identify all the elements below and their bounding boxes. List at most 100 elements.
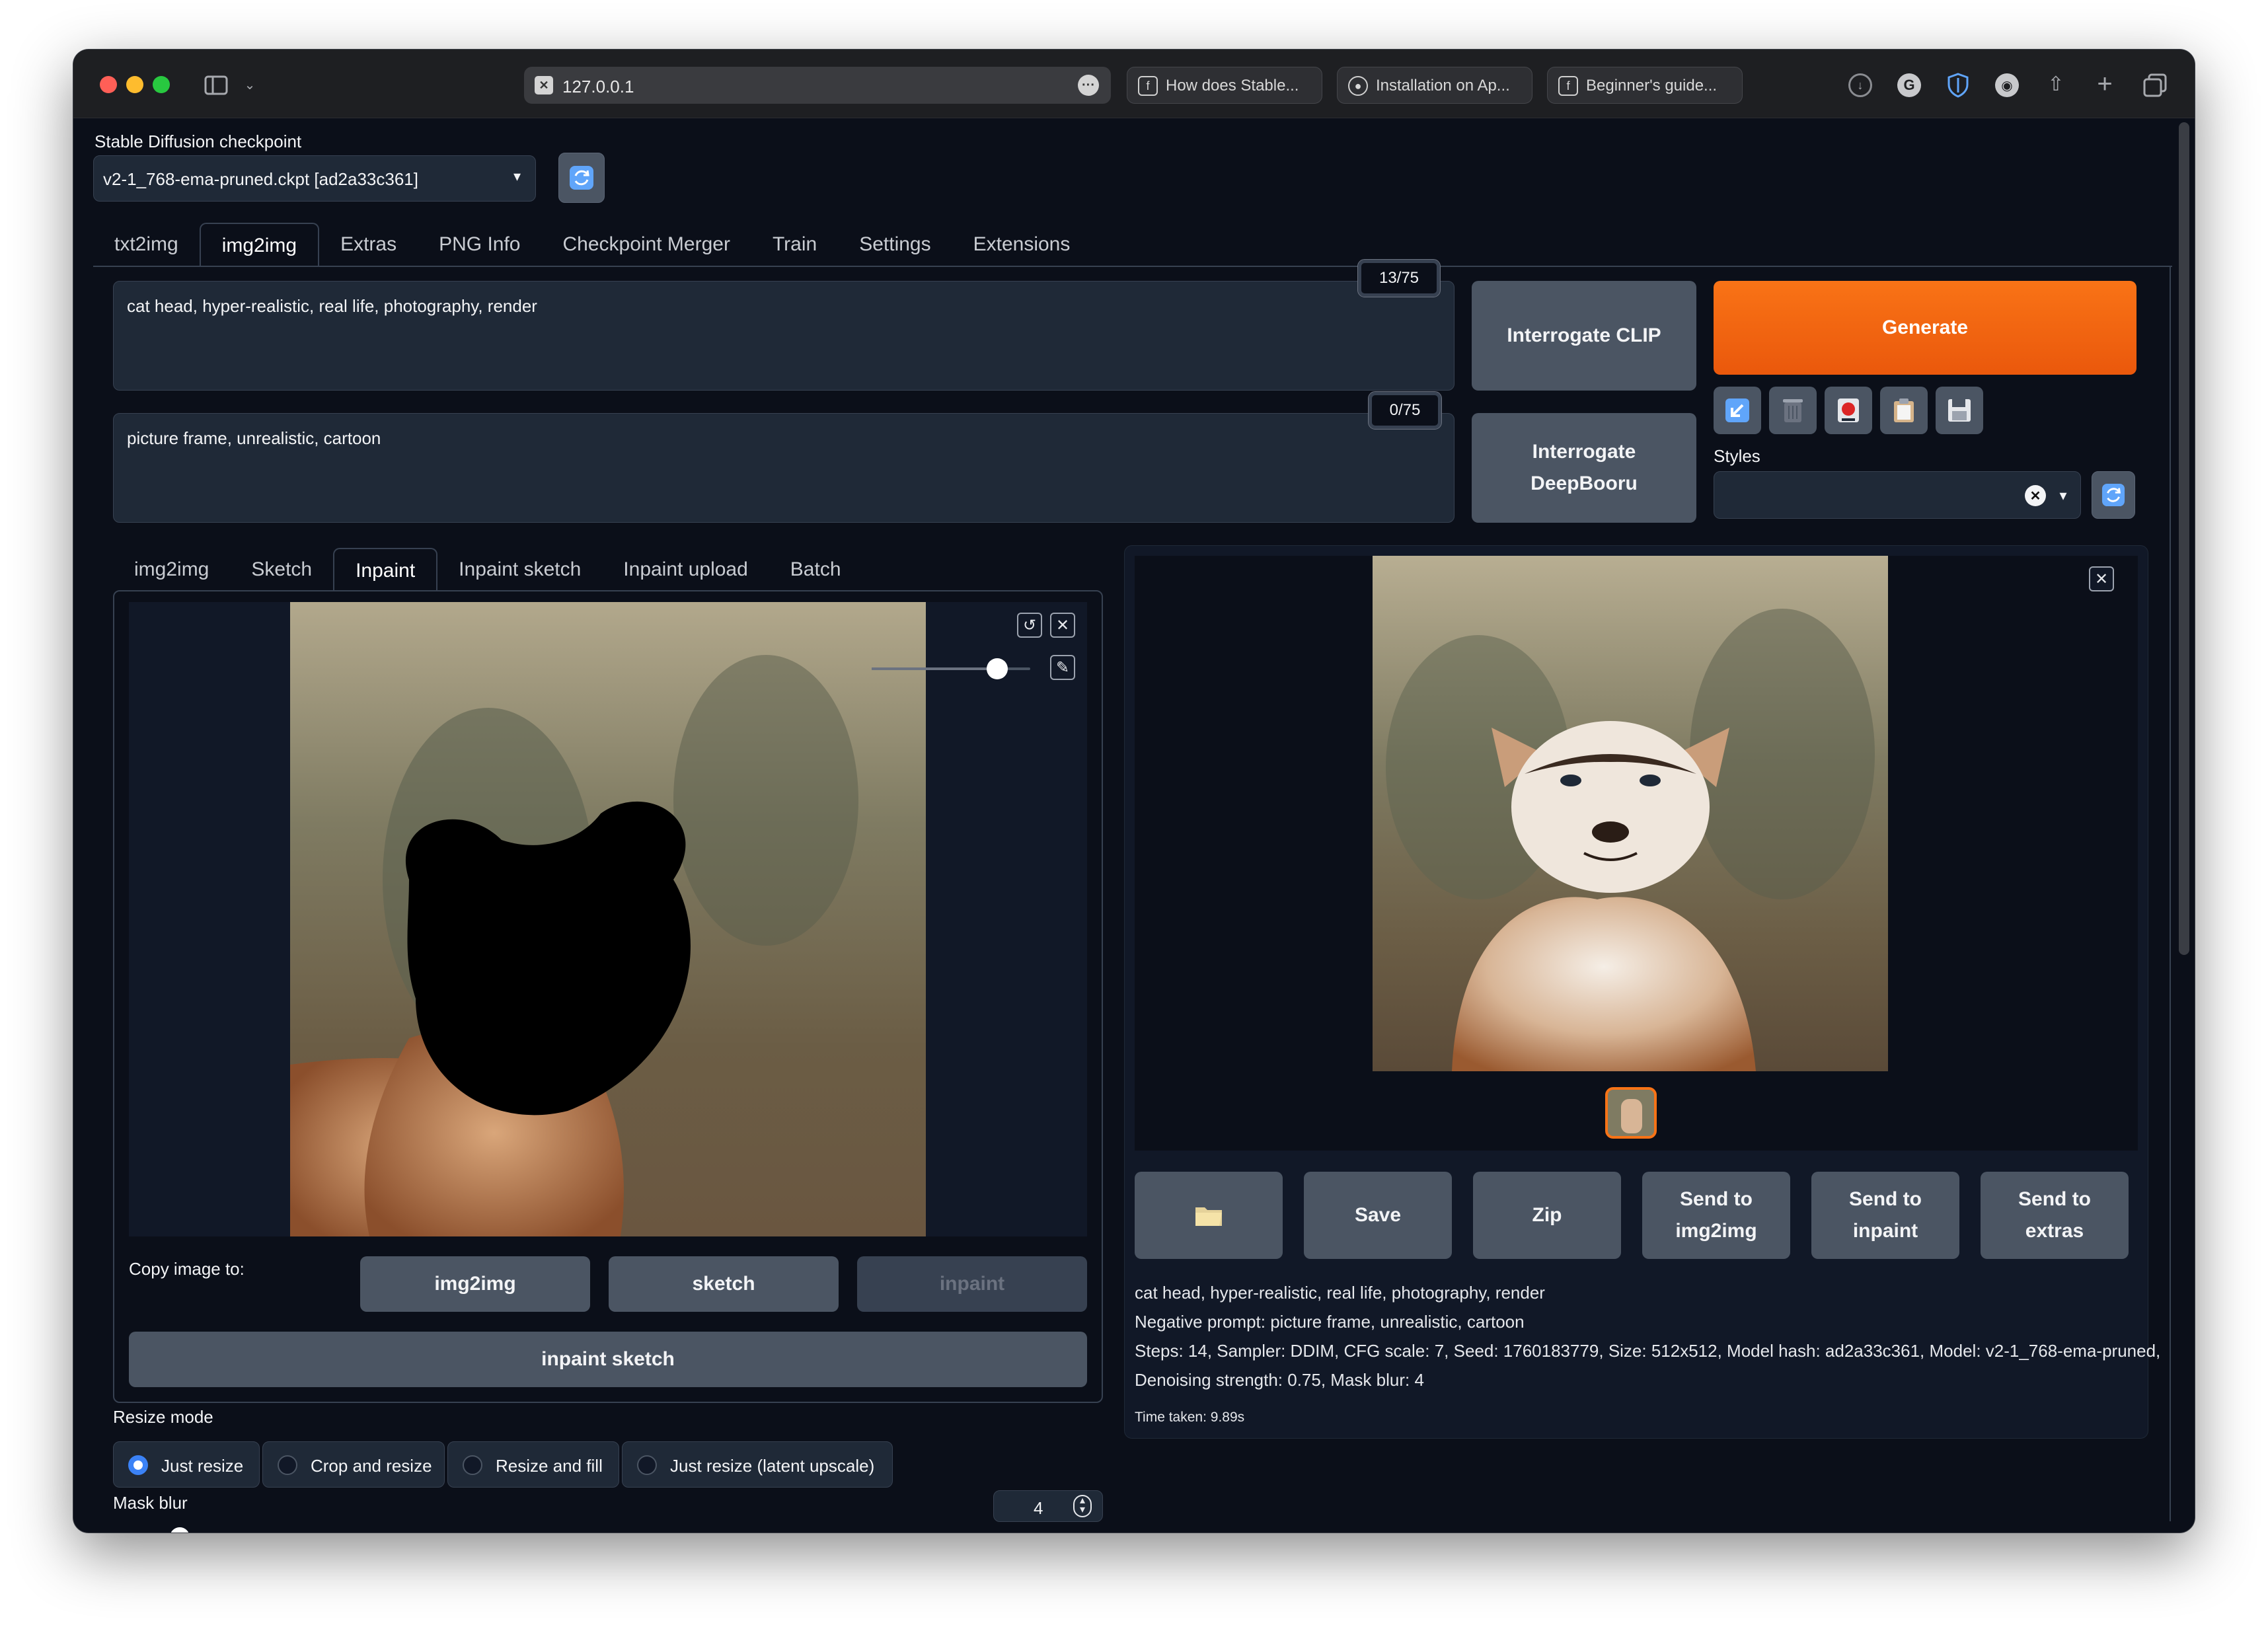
new-tab-icon[interactable]: + [2092, 69, 2118, 98]
copy-to-inpaint-button[interactable]: inpaint [857, 1256, 1087, 1312]
tab-checkpoint-merger[interactable]: Checkpoint Merger [542, 223, 751, 266]
more-options-icon[interactable]: ··· [1078, 75, 1099, 96]
subtab-sketch[interactable]: Sketch [230, 548, 333, 591]
radio-just-resize[interactable]: Just resize [113, 1441, 260, 1488]
subtab-inpaint-upload[interactable]: Inpaint upload [602, 548, 769, 591]
browser-tab-3[interactable]: f Beginner's guide... [1547, 67, 1743, 104]
inpaint-canvas[interactable] [290, 602, 926, 1236]
dropdown-arrow-icon: ▾ [2059, 487, 2067, 504]
close-output-icon[interactable]: ✕ [2089, 566, 2114, 591]
undo-icon[interactable]: ↺ [1017, 613, 1042, 638]
save-output-button[interactable]: Save [1304, 1172, 1452, 1259]
tab-extensions[interactable]: Extensions [952, 223, 1092, 266]
send-to-inpaint-button[interactable]: Send to inpaint [1811, 1172, 1959, 1259]
page-scrollbar[interactable] [2179, 122, 2189, 955]
tab-overview-icon[interactable] [2142, 72, 2168, 98]
subtab-img2img[interactable]: img2img [113, 548, 230, 591]
tab-favicon-icon: f [1138, 76, 1158, 96]
site-icon: ✕ [535, 76, 553, 95]
grammarly-icon[interactable]: G [1897, 73, 1921, 97]
browser-tab-1[interactable]: f How does Stable... [1127, 67, 1322, 104]
button-label-line: Send to [2018, 1188, 2091, 1210]
clear-canvas-icon[interactable]: ✕ [1050, 613, 1075, 638]
thumbnail-subject [1621, 1099, 1642, 1133]
mask-blur-value: 4 [1034, 1498, 1043, 1518]
send-to-img2img-button[interactable]: Send to img2img [1642, 1172, 1790, 1259]
brush-size-slider[interactable] [872, 658, 1030, 679]
stepper-icon[interactable]: ▴ ▾ [1073, 1495, 1092, 1517]
tab-txt2img[interactable]: txt2img [93, 223, 200, 266]
output-thumbnail[interactable] [1605, 1087, 1657, 1139]
browser-tab-title: Installation on Ap... [1376, 77, 1510, 95]
img2img-sub-tabs: img2img Sketch Inpaint Inpaint sketch In… [113, 548, 862, 591]
slider-thumb[interactable] [987, 658, 1008, 679]
copy-to-img2img-button[interactable]: img2img [360, 1256, 590, 1312]
generate-button[interactable]: Generate [1714, 281, 2136, 375]
save-style-button[interactable] [1936, 387, 1983, 434]
extra-networks-button[interactable] [1825, 387, 1872, 434]
negative-prompt-input[interactable]: picture frame, unrealistic, cartoon [113, 413, 1455, 523]
radio-crop-and-resize[interactable]: Crop and resize [262, 1441, 445, 1488]
trash-icon [1783, 399, 1803, 422]
prompt-input[interactable]: cat head, hyper-realistic, real life, ph… [113, 281, 1455, 391]
radio-selected-icon [128, 1455, 148, 1475]
zip-output-button[interactable]: Zip [1473, 1172, 1621, 1259]
tab-png-info[interactable]: PNG Info [418, 223, 541, 266]
subtab-inpaint[interactable]: Inpaint [333, 548, 438, 591]
address-bar[interactable]: ✕ 127.0.0.1 ··· [524, 67, 1111, 104]
refresh-checkpoint-button[interactable] [558, 153, 605, 203]
radio-latent-upscale[interactable]: Just resize (latent upscale) [622, 1441, 893, 1488]
tab-settings[interactable]: Settings [838, 223, 952, 266]
radio-unselected-icon [463, 1455, 482, 1475]
browser-tab-2[interactable]: ● Installation on Ap... [1337, 67, 1532, 104]
output-image[interactable] [1373, 556, 1888, 1071]
slider-track-fill [872, 667, 996, 670]
shield-icon[interactable] [1946, 72, 1970, 98]
send-to-extras-button[interactable]: Send to extras [1981, 1172, 2129, 1259]
share-icon[interactable]: ⇧ [2044, 71, 2068, 97]
mask-blur-input[interactable]: 4 ▴ ▾ [993, 1490, 1103, 1522]
tab-extras[interactable]: Extras [319, 223, 418, 266]
browser-tab-title: Beginner's guide... [1586, 77, 1718, 95]
main-tabs: txt2img img2img Extras PNG Info Checkpoi… [93, 223, 1091, 266]
extension-icon[interactable]: ◉ [1995, 73, 2019, 97]
tab-train[interactable]: Train [751, 223, 838, 266]
button-label-line: img2img [1675, 1220, 1757, 1242]
copy-to-inpaint-sketch-button[interactable]: inpaint sketch [129, 1332, 1087, 1387]
mask-blur-slider-thumb[interactable] [170, 1527, 190, 1533]
negative-token-counter: 0/75 [1368, 391, 1442, 430]
button-label-line: Interrogate [1532, 441, 1636, 463]
clipboard-icon [1894, 398, 1914, 422]
sidebar-toggle-icon[interactable] [203, 72, 229, 98]
save-icon [1948, 399, 1971, 422]
close-window-button[interactable] [100, 76, 117, 93]
chevron-down-icon[interactable]: ⌄ [240, 75, 260, 95]
open-folder-button[interactable] [1135, 1172, 1283, 1259]
interrogate-deepbooru-button[interactable]: Interrogate DeepBooru [1472, 413, 1696, 523]
subtab-inpaint-sketch[interactable]: Inpaint sketch [437, 548, 602, 591]
subtab-batch[interactable]: Batch [769, 548, 862, 591]
radio-resize-and-fill[interactable]: Resize and fill [447, 1441, 619, 1488]
maximize-window-button[interactable] [153, 76, 170, 93]
styles-dropdown[interactable]: ✕ ▾ [1714, 471, 2081, 519]
button-label-line: Send to [1680, 1188, 1753, 1210]
tab-panel-border [2170, 266, 2171, 1521]
clear-styles-icon[interactable]: ✕ [2025, 485, 2046, 506]
apply-style-button[interactable] [1880, 387, 1928, 434]
minimize-window-button[interactable] [126, 76, 143, 93]
radio-label: Crop and resize [311, 1456, 432, 1476]
arrow-in-icon [1725, 398, 1749, 422]
radio-label: Resize and fill [496, 1456, 603, 1476]
read-params-button[interactable] [1714, 387, 1761, 434]
brush-icon[interactable]: ✎ [1050, 655, 1075, 680]
tab-img2img[interactable]: img2img [199, 223, 320, 266]
info-time-taken: Time taken: 9.89s [1135, 1410, 1245, 1425]
tab-favicon-icon: f [1558, 76, 1578, 96]
copy-to-sketch-button[interactable]: sketch [609, 1256, 839, 1312]
download-icon[interactable]: ↓ [1848, 73, 1872, 97]
checkpoint-dropdown[interactable]: v2-1_768-ema-pruned.ckpt [ad2a33c361] ▾ [93, 155, 536, 202]
checkpoint-value: v2-1_768-ema-pruned.ckpt [ad2a33c361] [103, 169, 418, 189]
clear-prompt-button[interactable] [1769, 387, 1817, 434]
refresh-styles-button[interactable] [2092, 471, 2135, 519]
interrogate-clip-button[interactable]: Interrogate CLIP [1472, 281, 1696, 391]
